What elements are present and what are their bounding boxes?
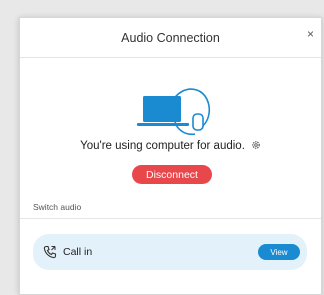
call-in-option[interactable]: Call in View — [33, 234, 307, 270]
phone-icon — [43, 245, 57, 259]
view-button[interactable]: View — [258, 244, 300, 260]
call-in-label: Call in — [63, 246, 93, 258]
dialog-header: Audio Connection × — [20, 18, 321, 58]
gear-icon[interactable] — [251, 140, 261, 150]
disconnect-button[interactable]: Disconnect — [132, 165, 212, 184]
dialog-title: Audio Connection — [121, 31, 220, 45]
laptop-headset-icon — [137, 88, 211, 136]
status-label: You're using computer for audio. — [80, 140, 245, 152]
audio-status-text: You're using computer for audio. — [20, 140, 321, 152]
close-icon[interactable]: × — [307, 27, 314, 41]
audio-connection-dialog: Audio Connection × You're using computer… — [19, 17, 322, 295]
divider — [20, 218, 321, 219]
switch-audio-label: Switch audio — [33, 202, 82, 212]
